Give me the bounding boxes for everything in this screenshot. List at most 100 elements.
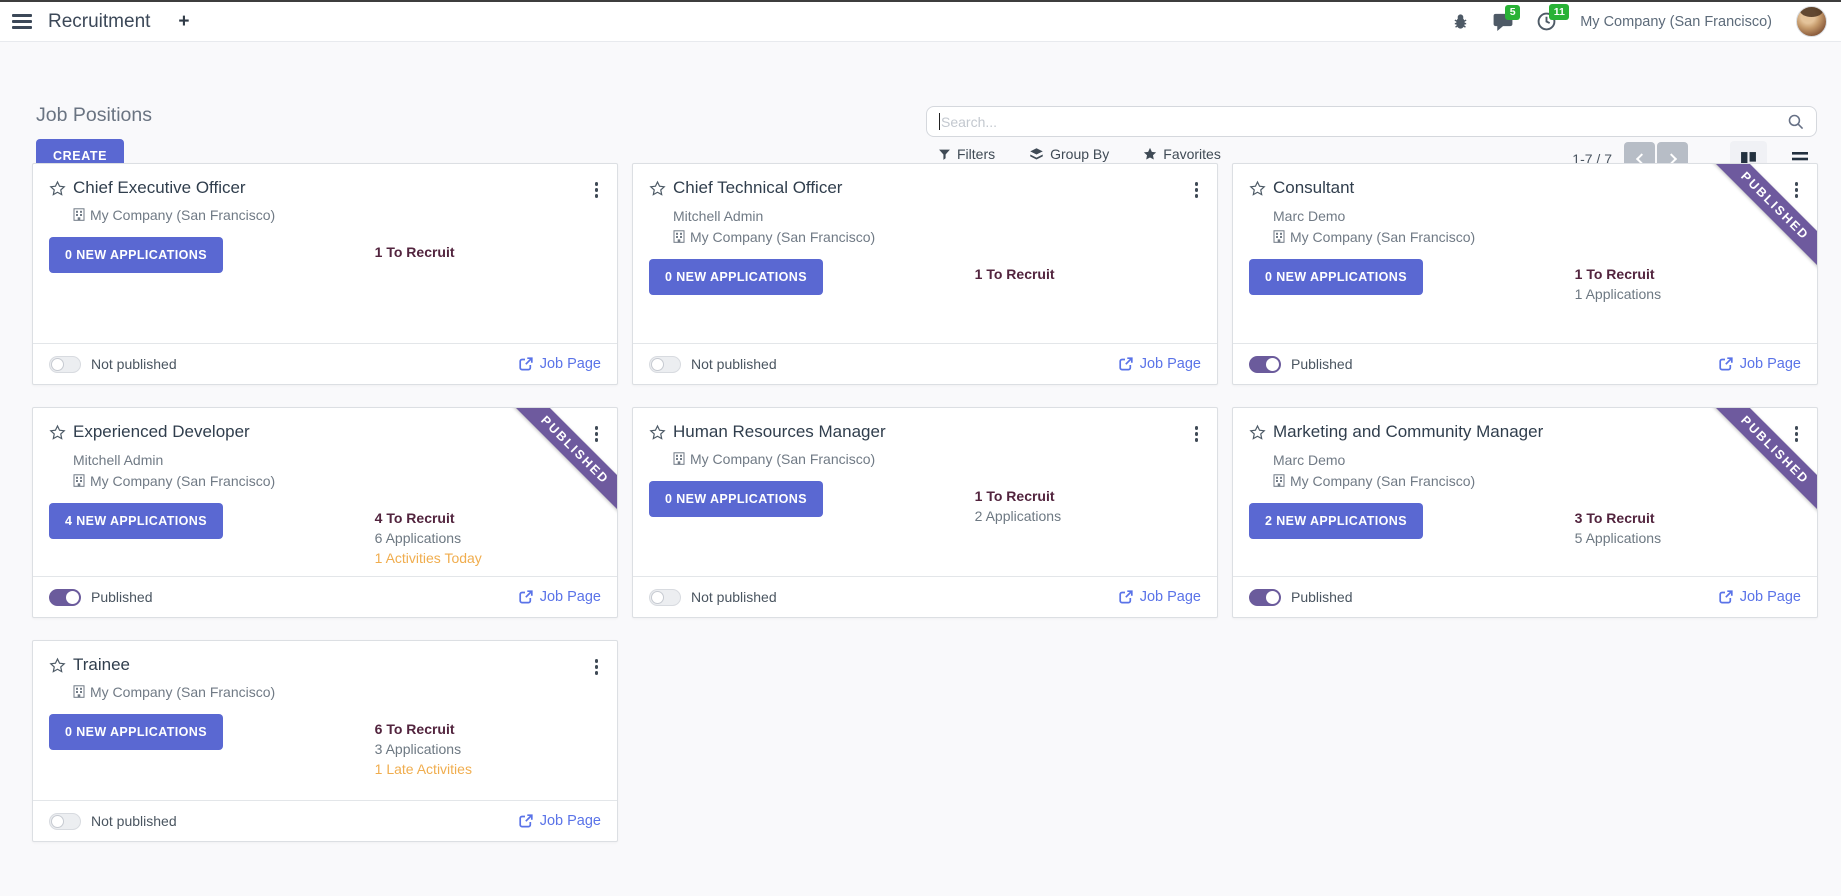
kanban-grid: Chief Executive Officer My Company (San … — [32, 163, 1818, 842]
card-stats: 1 To Recruit — [975, 264, 1055, 284]
stat-line: 3 Applications — [375, 739, 472, 759]
job-page-link[interactable]: Job Page — [1719, 356, 1801, 372]
publish-toggle[interactable] — [1249, 356, 1281, 373]
kebab-menu-icon[interactable] — [1192, 422, 1202, 446]
job-page-link[interactable]: Job Page — [1719, 589, 1801, 605]
stat-line: 3 To Recruit — [1575, 508, 1661, 528]
kebab-menu-icon[interactable] — [592, 178, 602, 202]
job-page-label: Job Page — [1140, 356, 1201, 372]
layers-icon — [1029, 147, 1044, 162]
job-page-link[interactable]: Job Page — [519, 589, 601, 605]
job-page-link[interactable]: Job Page — [1119, 356, 1201, 372]
new-applications-button[interactable]: 0 NEW APPLICATIONS — [49, 237, 223, 273]
building-icon — [1273, 230, 1285, 243]
messages-icon[interactable]: 5 — [1493, 13, 1513, 31]
search-bar[interactable] — [926, 106, 1817, 137]
publish-toggle[interactable] — [49, 589, 81, 606]
job-page-label: Job Page — [540, 589, 601, 605]
job-position-card[interactable]: Chief Technical Officer Mitchell Admin M… — [632, 163, 1218, 385]
search-icon[interactable] — [1787, 113, 1804, 130]
job-title[interactable]: Marketing and Community Manager — [1273, 422, 1785, 442]
filter-funnel-icon — [938, 148, 951, 161]
stat-line: 1 Applications — [1575, 284, 1661, 304]
job-position-card[interactable]: PUBLISHED Experienced Developer Mitchell… — [32, 407, 618, 618]
filters-button[interactable]: Filters — [938, 146, 995, 162]
job-position-card[interactable]: PUBLISHED Consultant Marc Demo — [1232, 163, 1818, 385]
job-page-link[interactable]: Job Page — [1119, 589, 1201, 605]
favorites-button[interactable]: Favorites — [1143, 146, 1221, 162]
search-input[interactable] — [941, 114, 1787, 130]
favorite-star-icon[interactable] — [1249, 180, 1266, 197]
publish-status-label: Not published — [91, 356, 177, 372]
new-applications-button[interactable]: 0 NEW APPLICATIONS — [649, 259, 823, 295]
favorite-star-icon[interactable] — [49, 657, 66, 674]
job-page-label: Job Page — [1140, 589, 1201, 605]
kebab-menu-icon[interactable] — [592, 655, 602, 679]
favorite-star-icon[interactable] — [49, 424, 66, 441]
favorite-star-icon[interactable] — [649, 424, 666, 441]
new-applications-button[interactable]: 0 NEW APPLICATIONS — [649, 481, 823, 517]
kebab-menu-icon[interactable] — [1792, 422, 1802, 446]
stat-line: 5 Applications — [1575, 528, 1661, 548]
job-position-card[interactable]: Human Resources Manager My Company (San … — [632, 407, 1218, 618]
company-name: My Company (San Francisco) — [90, 207, 275, 223]
external-link-icon — [1719, 590, 1733, 604]
publish-toggle[interactable] — [649, 356, 681, 373]
card-footer: Published Job Page — [33, 576, 617, 617]
job-title[interactable]: Chief Technical Officer — [673, 178, 1185, 198]
favorite-star-icon[interactable] — [49, 180, 66, 197]
app-title[interactable]: Recruitment — [48, 11, 150, 33]
job-title[interactable]: Trainee — [73, 655, 585, 675]
job-position-card[interactable]: Chief Executive Officer My Company (San … — [32, 163, 618, 385]
card-stats: 1 To Recruit — [375, 242, 455, 262]
publish-status-label: Published — [1291, 356, 1353, 372]
stat-line: 4 To Recruit — [375, 508, 482, 528]
card-footer: Not published Job Page — [33, 800, 617, 841]
publish-toggle[interactable] — [1249, 589, 1281, 606]
company-switcher[interactable]: My Company (San Francisco) — [1580, 14, 1772, 30]
job-title[interactable]: Experienced Developer — [73, 422, 585, 442]
favorite-star-icon[interactable] — [649, 180, 666, 197]
activities-count-badge: 11 — [1549, 4, 1569, 20]
external-link-icon — [1119, 357, 1133, 371]
plus-icon[interactable]: + — [178, 12, 189, 31]
company-name: My Company (San Francisco) — [90, 473, 275, 489]
company-name: My Company (San Francisco) — [1290, 473, 1475, 489]
messages-count-badge: 5 — [1505, 5, 1520, 21]
job-page-link[interactable]: Job Page — [519, 356, 601, 372]
card-stats: 1 To Recruit2 Applications — [975, 486, 1061, 526]
job-position-card[interactable]: Trainee My Company (San Francisco) — [32, 640, 618, 842]
job-title[interactable]: Human Resources Manager — [673, 422, 1185, 442]
job-page-label: Job Page — [1740, 356, 1801, 372]
card-footer: Published Job Page — [1233, 576, 1817, 617]
card-footer: Not published Job Page — [633, 343, 1217, 384]
card-footer: Not published Job Page — [33, 343, 617, 384]
building-icon — [673, 452, 685, 465]
publish-toggle[interactable] — [49, 813, 81, 830]
building-icon — [73, 685, 85, 698]
new-applications-button[interactable]: 0 NEW APPLICATIONS — [1249, 259, 1423, 295]
user-avatar[interactable] — [1796, 6, 1827, 37]
activities-clock-icon[interactable]: 11 — [1537, 12, 1556, 31]
job-page-link[interactable]: Job Page — [519, 813, 601, 829]
building-icon — [673, 230, 685, 243]
new-applications-button[interactable]: 4 NEW APPLICATIONS — [49, 503, 223, 539]
job-title[interactable]: Chief Executive Officer — [73, 178, 585, 198]
external-link-icon — [1719, 357, 1733, 371]
kebab-menu-icon[interactable] — [1192, 178, 1202, 202]
new-applications-button[interactable]: 2 NEW APPLICATIONS — [1249, 503, 1423, 539]
external-link-icon — [1119, 590, 1133, 604]
publish-toggle[interactable] — [649, 589, 681, 606]
job-position-card[interactable]: PUBLISHED Marketing and Community Manage… — [1232, 407, 1818, 618]
debug-bug-icon[interactable] — [1452, 13, 1469, 30]
publish-toggle[interactable] — [49, 356, 81, 373]
kebab-menu-icon[interactable] — [1792, 178, 1802, 202]
job-title[interactable]: Consultant — [1273, 178, 1785, 198]
group-by-button[interactable]: Group By — [1029, 146, 1109, 162]
favorite-star-icon[interactable] — [1249, 424, 1266, 441]
kebab-menu-icon[interactable] — [592, 422, 602, 446]
new-applications-button[interactable]: 0 NEW APPLICATIONS — [49, 714, 223, 750]
apps-menu-icon[interactable] — [12, 11, 32, 32]
stat-line: 1 To Recruit — [1575, 264, 1661, 284]
card-stats: 3 To Recruit5 Applications — [1575, 508, 1661, 548]
